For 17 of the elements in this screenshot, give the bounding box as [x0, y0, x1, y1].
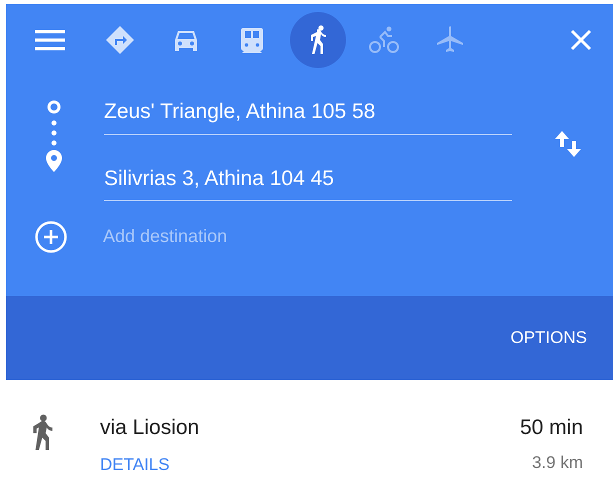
add-destination-field[interactable]: Add destination [103, 219, 511, 254]
pin-icon [46, 150, 62, 172]
close-icon [570, 29, 592, 51]
options-button[interactable]: OPTIONS [510, 325, 587, 351]
details-link[interactable]: DETAILS [100, 452, 170, 477]
menu-icon [35, 29, 65, 51]
add-icon[interactable] [34, 220, 68, 254]
destination-field[interactable]: Silivrias 3, Athina 104 45 [104, 156, 512, 201]
origin-icon [47, 100, 61, 114]
dots-icon [51, 120, 57, 146]
bicycle-icon [368, 24, 400, 56]
swap-icon [554, 129, 582, 159]
origin-field[interactable]: Zeus' Triangle, Athina 105 58 [104, 90, 512, 134]
directions-icon [104, 24, 136, 56]
route-title: via Liosion [100, 415, 200, 441]
route-distance: 3.9 km [532, 452, 583, 474]
route-duration: 50 min [520, 415, 583, 441]
